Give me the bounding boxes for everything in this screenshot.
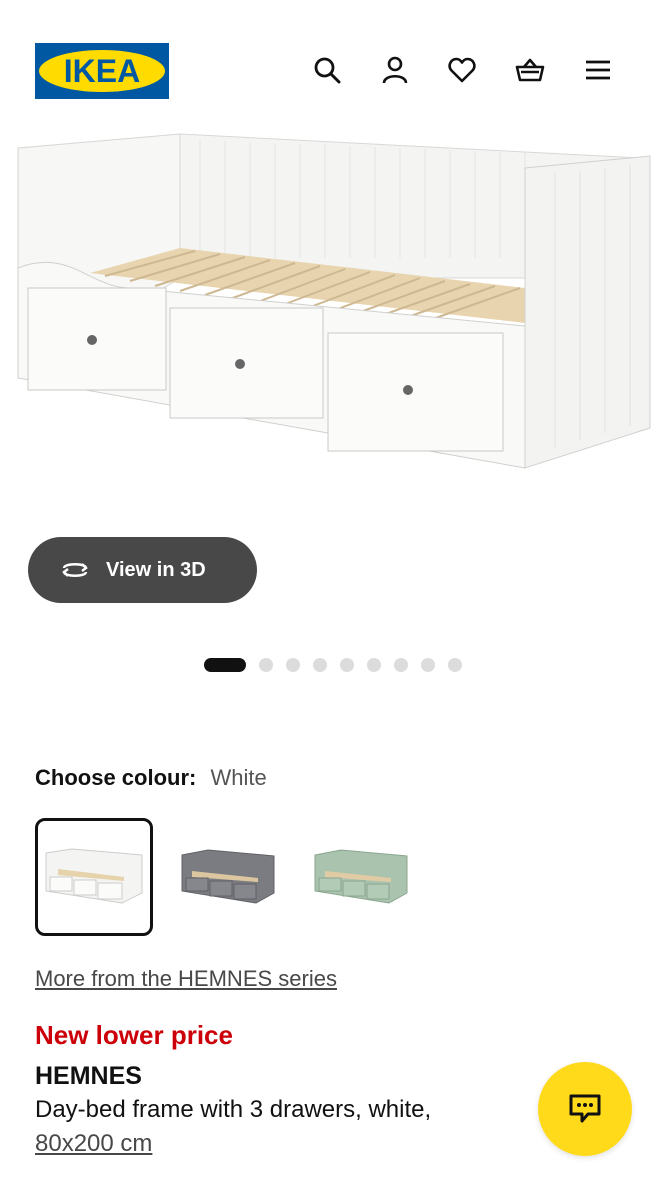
selected-colour-value: White bbox=[210, 765, 267, 790]
colour-option-white[interactable] bbox=[35, 818, 153, 936]
carousel-dot-9[interactable] bbox=[448, 658, 462, 672]
image-carousel-dots bbox=[204, 657, 462, 673]
choose-colour-label: Choose colour: bbox=[35, 765, 197, 790]
product-image[interactable] bbox=[10, 128, 656, 478]
carousel-dot-4[interactable] bbox=[313, 658, 327, 672]
menu-icon[interactable] bbox=[578, 50, 618, 90]
carousel-dot-6[interactable] bbox=[367, 658, 381, 672]
colour-option-green[interactable] bbox=[302, 818, 420, 936]
view-in-3d-label: View in 3D bbox=[106, 558, 206, 581]
product-name: HEMNES bbox=[35, 1062, 142, 1090]
colour-option-grey[interactable] bbox=[169, 818, 287, 936]
account-icon[interactable] bbox=[375, 50, 415, 90]
colour-selector-label: Choose colour: White bbox=[35, 765, 267, 791]
carousel-dot-5[interactable] bbox=[340, 658, 354, 672]
view-in-3d-button[interactable]: View in 3D bbox=[28, 537, 257, 603]
chat-button[interactable] bbox=[538, 1062, 632, 1156]
rotate-3d-icon bbox=[62, 563, 88, 577]
carousel-dot-2[interactable] bbox=[259, 658, 273, 672]
carousel-dot-3[interactable] bbox=[286, 658, 300, 672]
product-size-link[interactable]: 80x200 cm bbox=[35, 1130, 152, 1158]
carousel-dot-8[interactable] bbox=[421, 658, 435, 672]
carousel-dot-7[interactable] bbox=[394, 658, 408, 672]
basket-icon[interactable] bbox=[510, 50, 550, 90]
price-tag: New lower price bbox=[35, 1020, 233, 1050]
ikea-logo[interactable]: IKEA bbox=[35, 43, 169, 99]
header: IKEA bbox=[0, 0, 666, 130]
product-description: Day-bed frame with 3 drawers, white, bbox=[35, 1096, 432, 1123]
chat-icon bbox=[569, 1094, 601, 1123]
svg-text:IKEA: IKEA bbox=[64, 53, 140, 89]
heart-icon[interactable] bbox=[442, 50, 482, 90]
more-from-series-link[interactable]: More from the HEMNES series bbox=[35, 966, 337, 992]
carousel-dot-1[interactable] bbox=[204, 658, 246, 672]
search-icon[interactable] bbox=[307, 50, 347, 90]
